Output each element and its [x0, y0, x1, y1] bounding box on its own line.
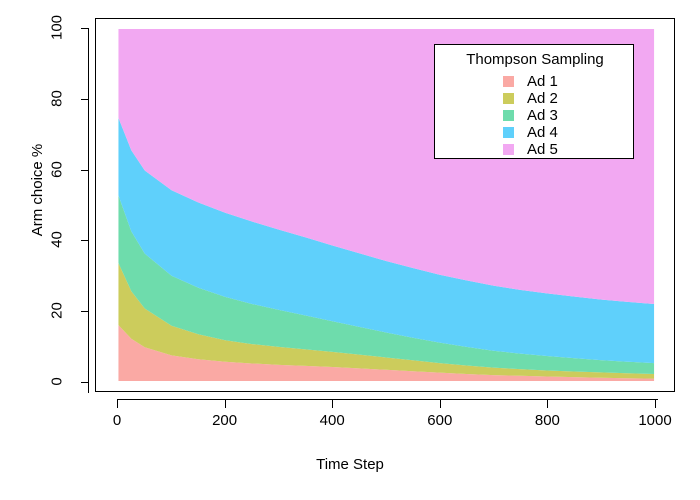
y-tick-mark [81, 169, 89, 171]
legend-swatch-ad-3 [503, 110, 514, 121]
x-tick-label: 600 [427, 412, 453, 429]
y-tick-label-container: 0 [42, 374, 72, 390]
legend-item: Ad 5 [435, 141, 635, 158]
x-tick-label: 1000 [638, 412, 672, 429]
legend-label: Ad 2 [527, 90, 558, 107]
chart-figure: 0 20 40 60 80 100 Arm choice % 0 200 400 600 800 1… [0, 0, 700, 500]
y-tick-label: 20 [48, 302, 66, 320]
y-tick-mark [81, 382, 89, 383]
legend-item: Ad 2 [435, 90, 635, 107]
y-tick-mark [81, 28, 89, 29]
y-tick-label: 0 [48, 377, 66, 386]
x-tick-label: 200 [212, 412, 238, 429]
x-tick-mark [224, 400, 226, 408]
legend-swatch-ad-2 [503, 93, 514, 104]
x-tick-mark [117, 400, 118, 408]
x-axis-title: Time Step [316, 456, 384, 473]
y-tick-mark [81, 311, 89, 313]
y-tick-mark [81, 240, 89, 242]
y-tick-mark [81, 98, 89, 100]
x-tick-mark [332, 400, 334, 408]
x-tick-label: 800 [534, 412, 560, 429]
legend-title: Thompson Sampling [466, 51, 604, 68]
x-axis-line [117, 399, 658, 400]
legend-swatch-ad-1 [503, 76, 514, 87]
legend: Thompson Sampling Ad 1 Ad 2 Ad 3 Ad 4 Ad 5 [434, 44, 634, 159]
legend-label: Ad 5 [527, 141, 558, 158]
legend-item: Ad 3 [435, 107, 635, 124]
legend-item: Ad 1 [435, 73, 635, 90]
y-axis-title-container: Arm choice % [0, 144, 168, 237]
legend-label: Ad 4 [527, 124, 558, 141]
legend-swatch-ad-4 [503, 127, 514, 138]
legend-swatch-ad-5 [503, 144, 514, 155]
x-tick-label: 400 [319, 412, 345, 429]
legend-item: Ad 4 [435, 124, 635, 141]
x-tick-label: 0 [112, 412, 122, 429]
y-tick-label: 100 [48, 14, 66, 41]
y-axis-title: Arm choice % [29, 143, 46, 237]
y-tick-label: 80 [48, 89, 66, 107]
x-tick-mark [655, 400, 656, 408]
y-axis-line [88, 28, 89, 393]
y-tick-label-container: 100 [42, 15, 72, 40]
y-tick-label: 40 [48, 231, 66, 249]
x-tick-mark [439, 400, 441, 408]
legend-items: Ad 1 Ad 2 Ad 3 Ad 4 Ad 5 [435, 73, 635, 158]
legend-label: Ad 3 [527, 107, 558, 124]
x-tick-mark [547, 400, 549, 408]
legend-label: Ad 1 [527, 73, 558, 90]
